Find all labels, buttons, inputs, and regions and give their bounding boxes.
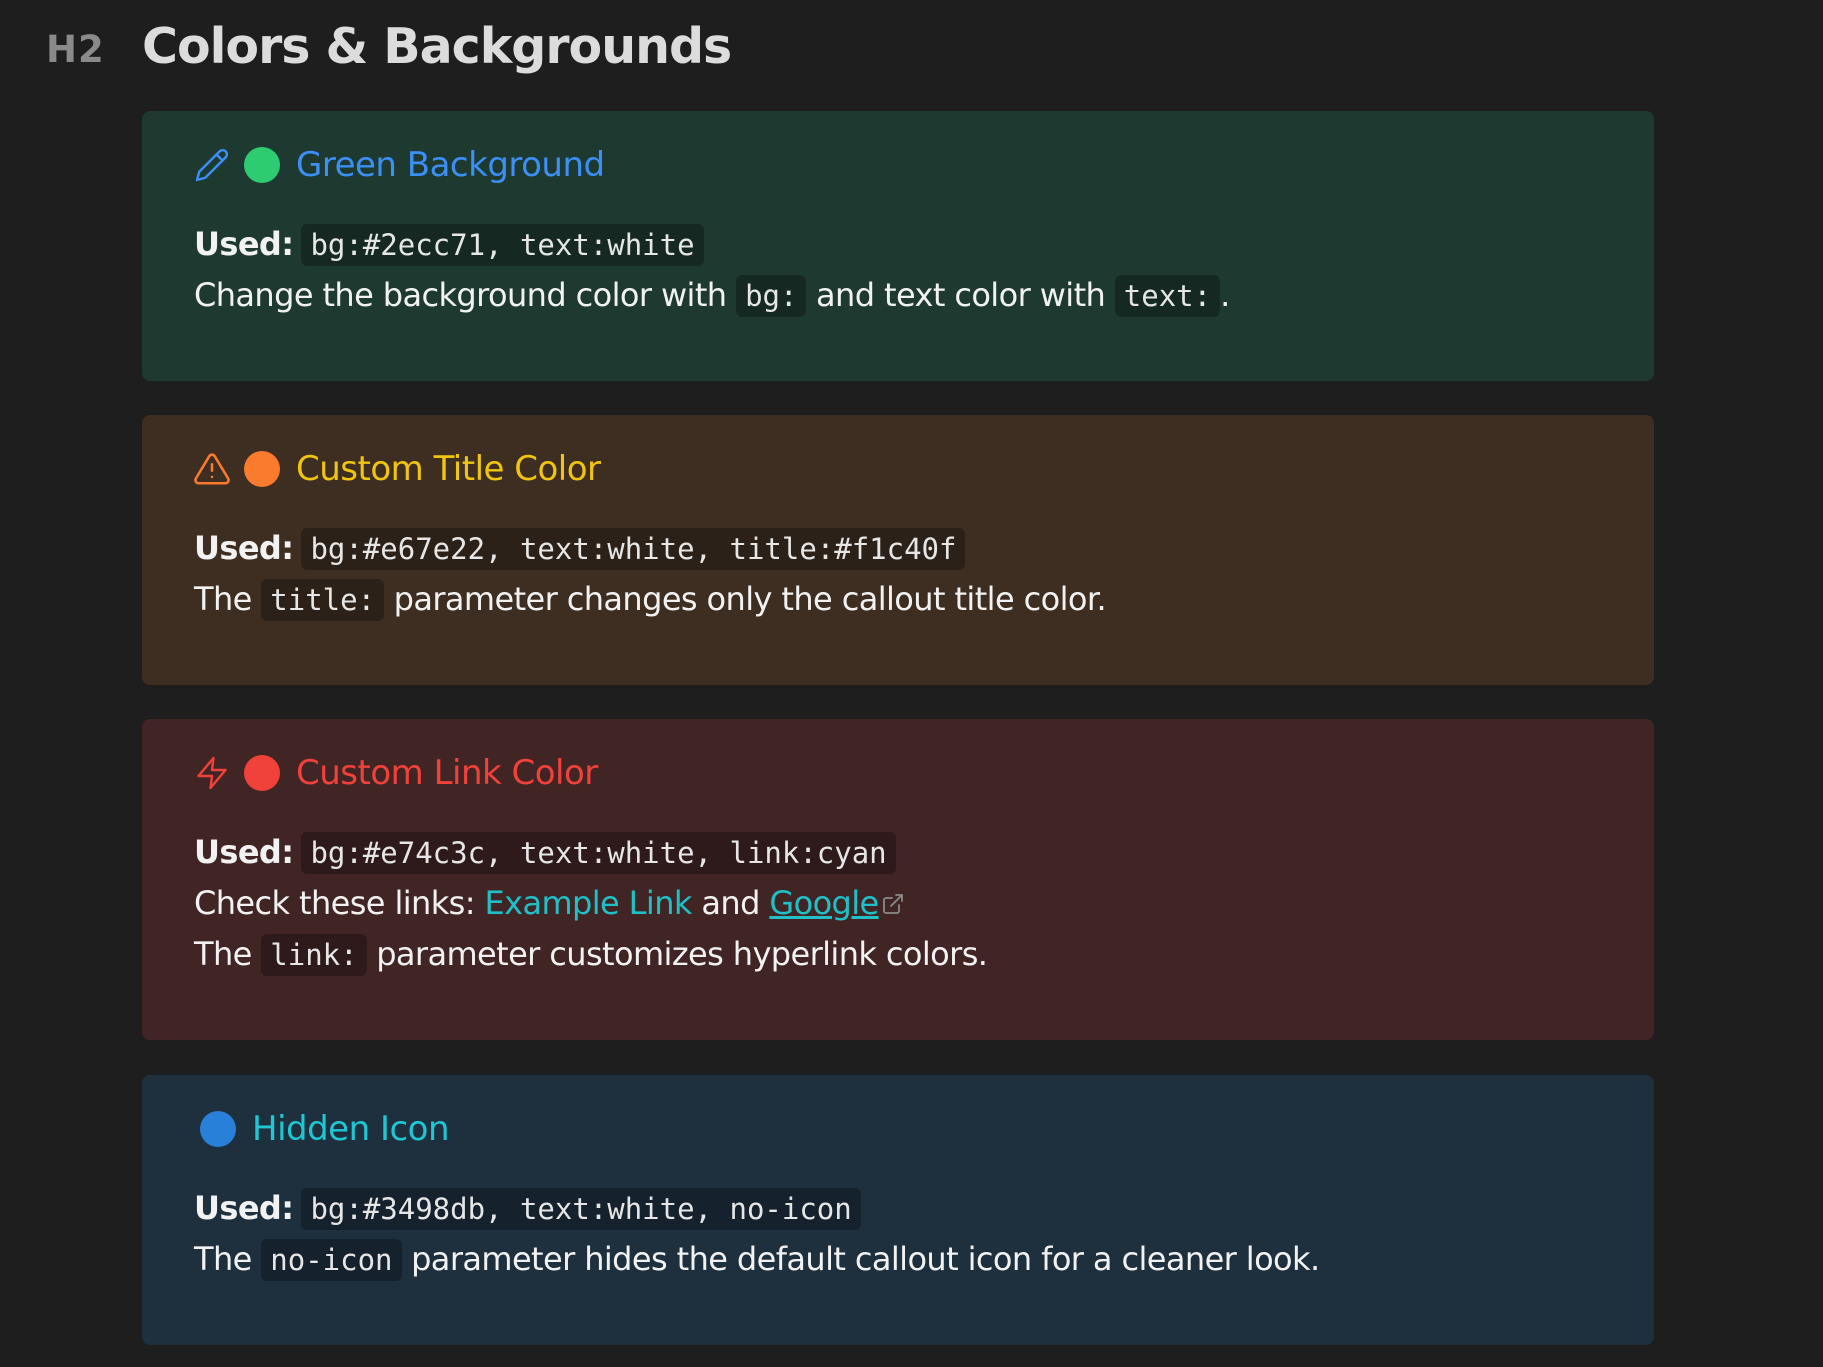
inline-code: text: xyxy=(1114,275,1221,317)
red-circle-icon xyxy=(244,755,280,791)
callout-custom-title-color: Custom Title Color Used: bg:#e67e22, text… xyxy=(142,415,1654,685)
description-line: The title: parameter changes only the ca… xyxy=(194,574,1614,625)
description-text: The xyxy=(194,935,252,973)
inline-code: title: xyxy=(261,579,385,621)
warning-icon xyxy=(192,449,232,489)
used-code: bg:#2ecc71, text:white xyxy=(301,224,704,266)
inline-code: no-icon xyxy=(261,1239,402,1281)
callout-body: Used: bg:#e67e22, text:white, title:#f1c4… xyxy=(194,523,1614,625)
example-link[interactable]: Example Link xyxy=(484,884,692,922)
used-label: Used: xyxy=(194,529,294,567)
description-text: and xyxy=(701,884,760,922)
description-line: The no-icon parameter hides the default … xyxy=(194,1234,1614,1285)
description-text: The xyxy=(194,1240,252,1278)
callout-title: Hidden Icon xyxy=(252,1109,450,1149)
callout-title-row[interactable]: Custom Title Color xyxy=(192,441,601,497)
heading-level-badge: H2 xyxy=(46,28,105,71)
lightning-icon xyxy=(192,753,232,793)
callout-green-background: Green Background Used: bg:#2ecc71, text:w… xyxy=(142,111,1654,381)
callout-title-row[interactable]: Hidden Icon xyxy=(200,1101,450,1157)
used-line: Used: bg:#3498db, text:white, no-icon xyxy=(194,1183,1614,1234)
callout-title: Custom Title Color xyxy=(296,449,601,489)
external-link-icon xyxy=(881,880,905,931)
description-text: parameter hides the default callout icon… xyxy=(411,1240,1320,1278)
green-circle-icon xyxy=(244,147,280,183)
description-line: The link: parameter customizes hyperlink… xyxy=(194,929,1614,980)
used-line: Used: bg:#2ecc71, text:white xyxy=(194,219,1614,270)
inline-code: bg: xyxy=(736,275,807,317)
used-code: bg:#3498db, text:white, no-icon xyxy=(301,1188,861,1230)
callout-custom-link-color: Custom Link Color Used: bg:#e74c3c, text:… xyxy=(142,719,1654,1040)
used-line: Used: bg:#e67e22, text:white, title:#f1c4… xyxy=(194,523,1614,574)
used-code: bg:#e67e22, text:white, title:#f1c40f xyxy=(301,528,966,570)
page-title: Colors & Backgrounds xyxy=(142,18,732,75)
used-code: bg:#e74c3c, text:white, link:cyan xyxy=(301,832,896,874)
used-label: Used: xyxy=(194,225,294,263)
callout-body: Used: bg:#e74c3c, text:white, link:cyan C… xyxy=(194,827,1614,980)
description-text: and text color with xyxy=(816,276,1106,314)
callout-hidden-icon: Hidden Icon Used: bg:#3498db, text:white,… xyxy=(142,1075,1654,1345)
used-line: Used: bg:#e74c3c, text:white, link:cyan xyxy=(194,827,1614,878)
callout-body: Used: bg:#2ecc71, text:white Change the b… xyxy=(194,219,1614,321)
inline-code: link: xyxy=(261,934,367,976)
orange-circle-icon xyxy=(244,451,280,487)
callout-body: Used: bg:#3498db, text:white, no-icon The… xyxy=(194,1183,1614,1285)
pencil-icon xyxy=(192,145,232,185)
used-label: Used: xyxy=(194,833,294,871)
used-label: Used: xyxy=(194,1189,294,1227)
callout-title-row[interactable]: Green Background xyxy=(192,137,605,193)
blue-circle-icon xyxy=(200,1111,236,1147)
callout-title-row[interactable]: Custom Link Color xyxy=(192,745,598,801)
description-text: parameter changes only the callout title… xyxy=(393,580,1107,618)
description-text: The xyxy=(194,580,252,618)
description-text: Change the background color with xyxy=(194,276,727,314)
description-text: parameter customizes hyperlink colors. xyxy=(376,935,988,973)
callout-title: Green Background xyxy=(296,145,605,185)
description-text: Check these links: xyxy=(194,884,476,922)
heading-row: H2 Colors & Backgrounds xyxy=(0,0,1823,100)
google-link[interactable]: Google xyxy=(769,884,879,922)
description-text: . xyxy=(1220,276,1230,314)
links-line: Check these links: Example Link and Goog… xyxy=(194,878,1614,929)
callout-title: Custom Link Color xyxy=(296,753,598,793)
description-line: Change the background color with bg: and… xyxy=(194,270,1614,321)
